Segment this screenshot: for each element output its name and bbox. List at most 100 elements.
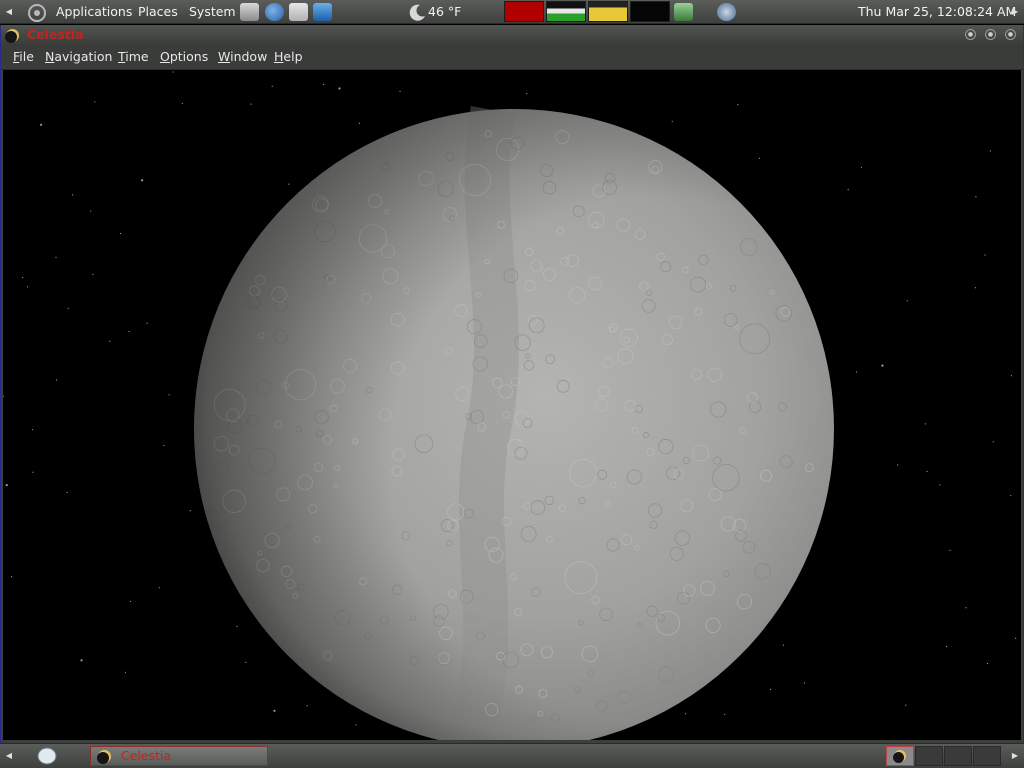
planet-mercury[interactable] (194, 105, 834, 740)
star (273, 709, 276, 712)
workspace-2[interactable] (915, 746, 943, 766)
star (72, 194, 74, 196)
star (3, 395, 4, 398)
star (974, 287, 976, 289)
star (905, 704, 907, 706)
star (992, 441, 994, 443)
star (119, 232, 122, 235)
terminal-launcher-icon[interactable] (313, 3, 332, 21)
close-button[interactable]: ● (1005, 29, 1016, 40)
top-panel: ◀ Applications Places System 46 °F Thu M… (0, 0, 1024, 24)
volume-control-icon[interactable] (717, 3, 736, 21)
star (39, 123, 43, 126)
taskbar-item-celestia[interactable]: Celestia (90, 746, 268, 766)
star (26, 286, 29, 288)
star (924, 423, 926, 425)
workspace-3[interactable] (944, 746, 972, 766)
star (671, 120, 673, 122)
bottom-panel-hide-right-arrow-icon[interactable]: ▶ (1006, 744, 1024, 768)
star (288, 183, 290, 185)
star (855, 371, 858, 373)
star (1010, 494, 1012, 497)
star (782, 644, 785, 646)
star (984, 254, 986, 256)
moon-weather-icon[interactable] (407, 3, 427, 21)
menu-help[interactable]: Help (274, 45, 303, 69)
star (803, 682, 806, 684)
star (986, 662, 989, 665)
space-view (3, 71, 1017, 740)
star (66, 491, 68, 494)
panel-hide-right-arrow-icon[interactable]: ▶ (1006, 0, 1024, 24)
star (55, 379, 58, 381)
star (32, 471, 34, 473)
workspace-1-window-icon (893, 750, 906, 763)
menu-navigation[interactable]: Navigation (45, 45, 112, 69)
network-manager-icon[interactable] (674, 3, 693, 21)
mail-clock-launcher-icon[interactable] (289, 3, 308, 21)
star (949, 549, 951, 551)
applications-menu[interactable]: Applications (56, 0, 132, 24)
star (758, 157, 761, 159)
star (141, 179, 144, 182)
bottom-panel-hide-left-arrow-icon[interactable]: ◀ (0, 744, 18, 768)
workspace-4[interactable] (973, 746, 1001, 766)
celestia-app-icon[interactable] (5, 28, 20, 43)
title-bar[interactable]: Celestia ● ● ● (1, 25, 1023, 45)
star (906, 300, 908, 302)
star (945, 645, 948, 648)
star (358, 122, 360, 124)
render-viewport[interactable] (3, 70, 1021, 740)
memory-monitor-graph[interactable] (546, 1, 586, 22)
star (989, 150, 991, 152)
star (236, 625, 238, 628)
menu-bar: File Navigation Time Options Window Help (1, 45, 1023, 70)
star (975, 196, 977, 198)
star (881, 364, 884, 367)
star (128, 330, 130, 333)
text-editor-launcher-icon[interactable] (240, 3, 259, 21)
star (92, 273, 94, 276)
network-monitor-graph[interactable] (588, 1, 628, 22)
star (338, 87, 341, 90)
star (926, 470, 928, 473)
star (168, 394, 170, 396)
menu-options[interactable]: Options (160, 45, 208, 69)
star (181, 102, 183, 105)
maximize-button[interactable]: ● (985, 29, 996, 40)
star (163, 444, 165, 447)
weather-temperature[interactable]: 46 °F (428, 0, 461, 24)
clock[interactable]: Thu Mar 25, 12:08:24 AM (858, 0, 1016, 24)
celestia-window: Celestia ● ● ● File Navigation Time Opti… (0, 25, 1024, 743)
star (737, 104, 739, 106)
celestia-task-icon (97, 750, 111, 764)
cpu-monitor-graph[interactable] (504, 1, 544, 22)
star (1010, 375, 1012, 377)
star (22, 276, 24, 279)
web-browser-launcher-icon[interactable] (265, 3, 284, 21)
menu-time[interactable]: Time (118, 45, 149, 69)
star (1015, 637, 1017, 639)
star (94, 101, 96, 103)
star (31, 429, 34, 431)
star (847, 188, 849, 191)
places-menu[interactable]: Places (138, 0, 178, 24)
star (158, 587, 160, 589)
star (67, 307, 69, 309)
star (322, 83, 325, 86)
system-menu[interactable]: System (189, 0, 236, 24)
window-title: Celestia (27, 27, 84, 42)
show-desktop-icon[interactable] (36, 747, 58, 765)
minimize-button[interactable]: ● (965, 29, 976, 40)
menu-window[interactable]: Window (218, 45, 267, 69)
star (80, 659, 83, 662)
workspace-1[interactable] (886, 746, 914, 766)
star (146, 322, 148, 324)
star (124, 671, 127, 673)
load-monitor-graph[interactable] (630, 1, 670, 22)
gnome-foot-icon[interactable] (26, 2, 48, 22)
menu-file[interactable]: File (13, 45, 34, 69)
panel-hide-left-arrow-icon[interactable]: ◀ (0, 0, 18, 24)
star (526, 92, 528, 95)
star (55, 256, 57, 258)
